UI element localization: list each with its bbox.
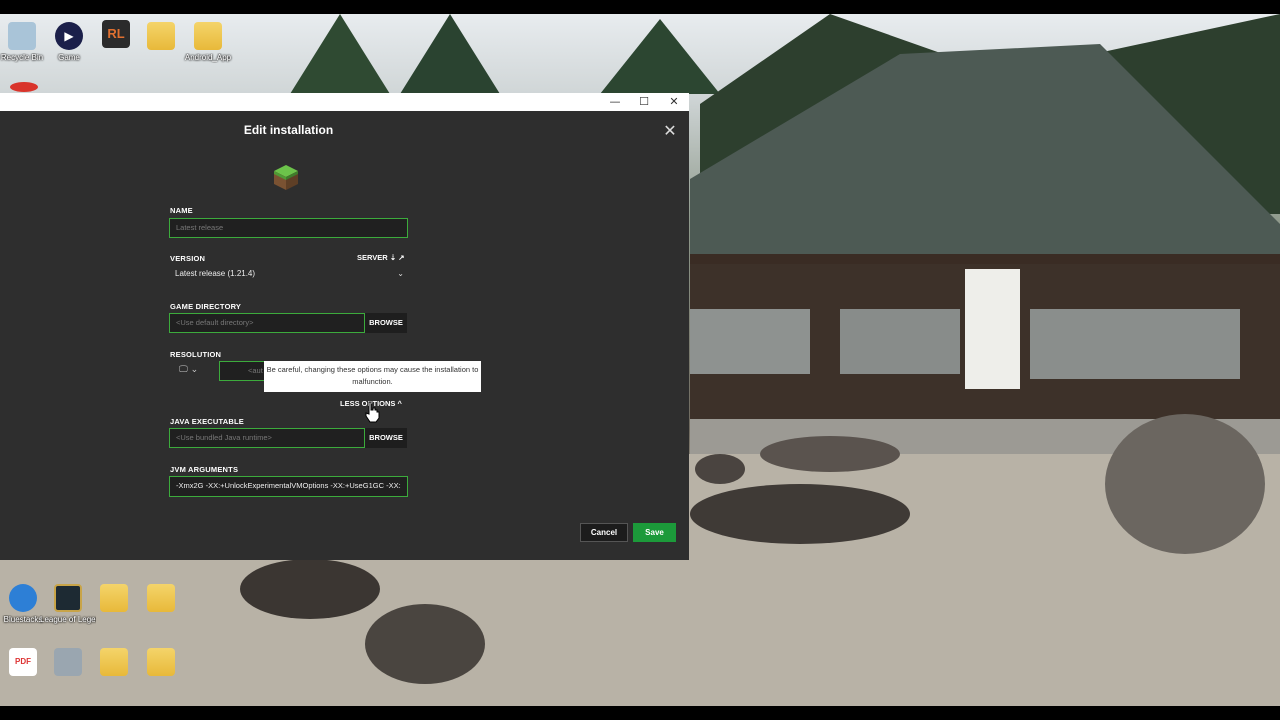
- game-directory-label: GAME DIRECTORY: [170, 302, 242, 311]
- chevron-up-icon: ^: [397, 399, 402, 408]
- game-directory-input[interactable]: <Use default directory>: [169, 313, 365, 333]
- version-label: VERSION: [170, 254, 206, 263]
- jvm-arguments-input[interactable]: -Xmx2G -XX:+UnlockExperimentalVMOptions …: [169, 476, 408, 497]
- resolution-monitor-select[interactable]: 🖵 ⌄: [179, 365, 198, 375]
- resolution-width-input[interactable]: <aut: [219, 361, 269, 381]
- league-icon: [54, 584, 82, 612]
- server-link[interactable]: SERVER ⇣ ↗: [357, 253, 405, 262]
- maximize-button[interactable]: ☐: [629, 93, 659, 111]
- grass-block-icon[interactable]: [272, 163, 300, 191]
- jvm-arguments-label: JVM ARGUMENTS: [170, 465, 239, 474]
- dialog-title: Edit installation: [243, 123, 334, 137]
- warning-tooltip: Be careful, changing these options may c…: [264, 361, 481, 392]
- recycle-bin-icon: [8, 22, 36, 50]
- chevron-down-icon: ⌄: [397, 269, 404, 278]
- desktop-icon-android-app[interactable]: Android_App: [180, 22, 236, 63]
- external-link-icon: ↗: [398, 253, 405, 262]
- hand-cursor-icon: [365, 401, 380, 423]
- version-select[interactable]: Latest release (1.21.4) ⌄: [169, 265, 408, 283]
- chevron-down-icon: ⌄: [190, 365, 199, 375]
- desktop-icon-folder-5[interactable]: [133, 648, 189, 676]
- folder-icon: [100, 584, 128, 612]
- folder-icon: [147, 648, 175, 676]
- minimize-button[interactable]: —: [600, 93, 630, 111]
- play-icon: ▶: [55, 22, 83, 50]
- folder-icon: [100, 648, 128, 676]
- chrome-icon: [10, 82, 38, 92]
- game-directory-browse-button[interactable]: BROWSE: [365, 313, 407, 333]
- java-executable-browse-button[interactable]: BROWSE: [365, 428, 407, 448]
- pdf-icon: PDF: [9, 648, 37, 676]
- download-icon: ⇣: [389, 253, 397, 262]
- bluestacks-icon: [9, 584, 37, 612]
- version-value: Latest release (1.21.4): [175, 269, 256, 278]
- desktop-icon-chrome[interactable]: [0, 82, 52, 92]
- letterbox-bottom: [0, 706, 1280, 720]
- java-executable-label: JAVA EXECUTABLE: [170, 417, 244, 426]
- app-rl-icon: RL: [102, 20, 130, 48]
- folder-icon: [147, 584, 175, 612]
- name-label: NAME: [170, 206, 193, 215]
- folder-icon: [147, 22, 175, 50]
- server-label: SERVER: [357, 253, 388, 262]
- resolution-label: RESOLUTION: [170, 350, 222, 359]
- desktop-icon-folder-3[interactable]: [133, 584, 189, 612]
- save-button[interactable]: Save: [633, 523, 676, 542]
- window-close-button[interactable]: ✕: [659, 93, 689, 111]
- dialog-close-icon[interactable]: ✕: [660, 121, 680, 141]
- name-input[interactable]: Latest release: [169, 218, 408, 238]
- monitor-icon: 🖵: [179, 365, 188, 375]
- window-titlebar: — ☐ ✕: [0, 93, 689, 111]
- cancel-button[interactable]: Cancel: [580, 523, 628, 542]
- java-executable-input[interactable]: <Use bundled Java runtime>: [169, 428, 365, 448]
- letterbox-top: [0, 0, 1280, 14]
- app-icon: [54, 648, 82, 676]
- launcher-window: — ☐ ✕ Edit installation ✕ NAME Latest re…: [0, 93, 689, 560]
- folder-icon: [194, 22, 222, 50]
